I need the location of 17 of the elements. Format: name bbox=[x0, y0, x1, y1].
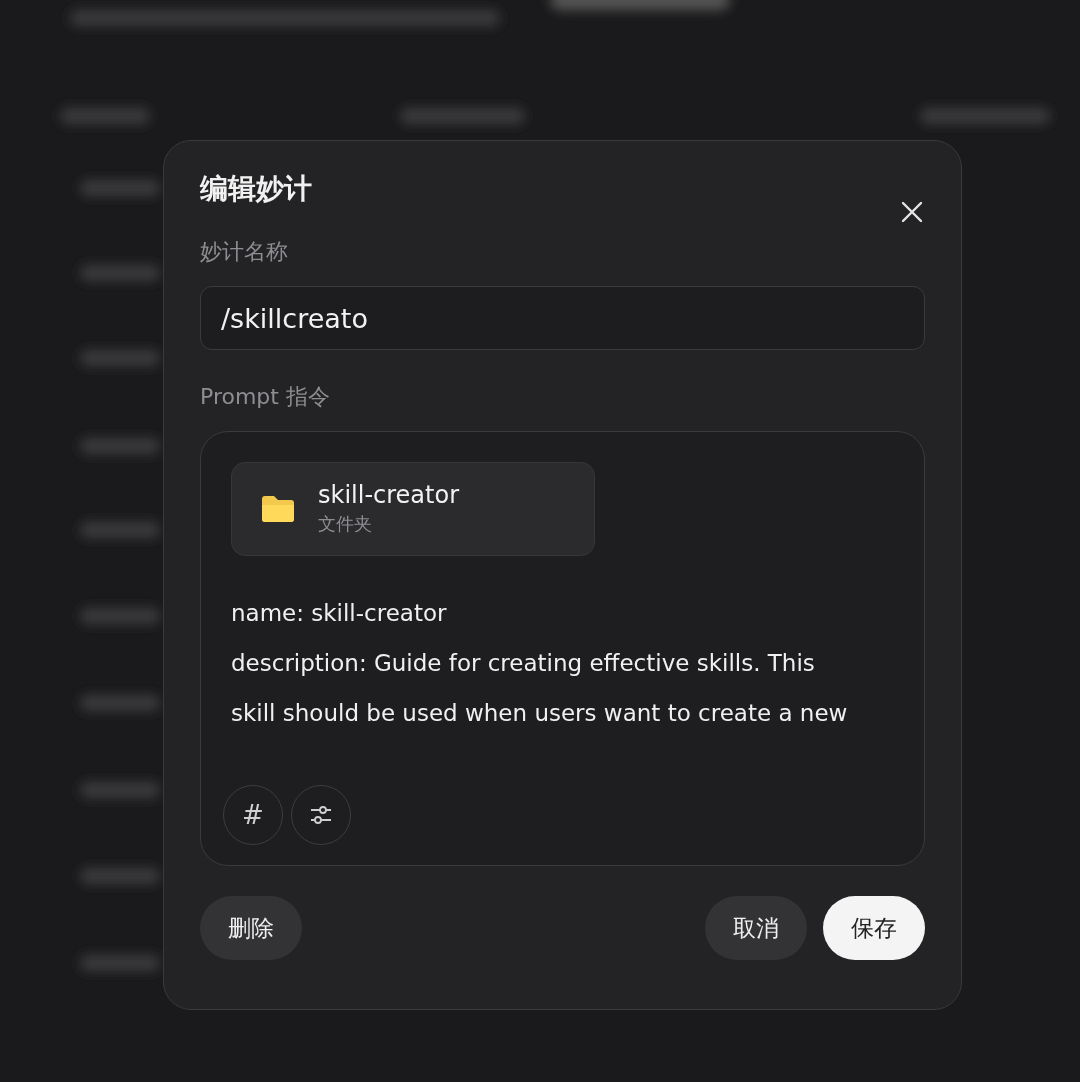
folder-icon bbox=[260, 494, 296, 524]
attachment-name: skill-creator bbox=[318, 481, 460, 510]
sliders-icon bbox=[309, 804, 333, 826]
action-button[interactable]: 删除 bbox=[200, 896, 302, 960]
close-button[interactable] bbox=[899, 199, 925, 225]
action-button[interactable]: 取消 bbox=[705, 896, 807, 960]
prompt-text: name: skill-creator bbox=[231, 599, 448, 628]
field-label: Prompt 指令 bbox=[200, 383, 331, 411]
attachment-card[interactable]: skill-creator 文件夹 bbox=[231, 462, 595, 556]
dialog-title: 编辑妙计 bbox=[200, 171, 312, 207]
prompt-text: description: Guide for creating effective skills. This bbox=[231, 649, 816, 678]
name-field[interactable]: /skillcreato bbox=[200, 286, 925, 350]
field-label: 妙计名称 bbox=[200, 238, 289, 266]
prompt-text: skill should be used when users want to create a new bbox=[231, 699, 849, 728]
attachment-type: 文件夹 bbox=[318, 511, 373, 536]
save-button[interactable]: 保存 bbox=[823, 896, 925, 960]
prompt-box[interactable]: skill-creator 文件夹 name: skill-creator description: Guide for creating effective skills. This skill should be used when users want to create a new # bbox=[200, 431, 925, 866]
